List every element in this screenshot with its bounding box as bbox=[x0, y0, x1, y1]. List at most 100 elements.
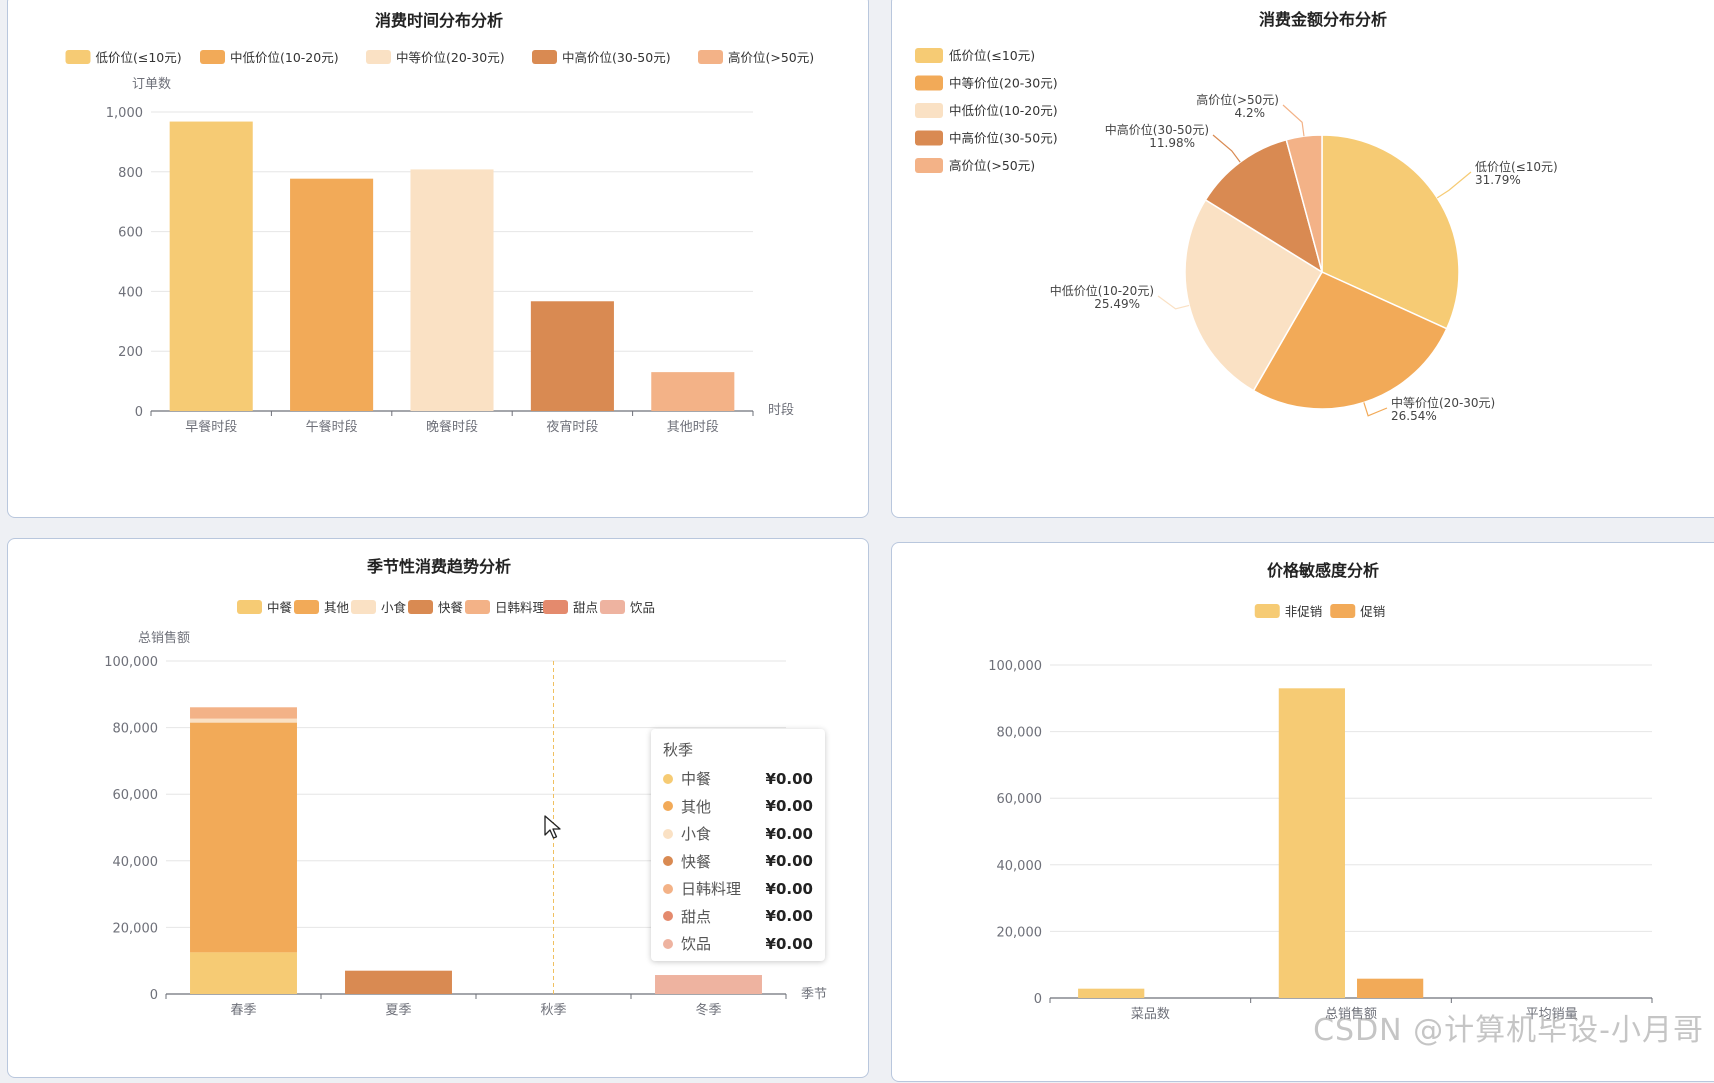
legend-swatch bbox=[465, 600, 490, 614]
legend-swatch bbox=[543, 600, 568, 614]
tooltip-series-name: 其他 bbox=[681, 797, 712, 816]
pie-percent: 25.49% bbox=[1094, 297, 1140, 311]
tooltip-row: 饮品 ¥0.00 bbox=[663, 930, 813, 958]
stacked-bar-segment bbox=[190, 707, 297, 719]
pie-label-line bbox=[1212, 134, 1241, 163]
pie-label: 中等价位(20-30元) bbox=[1391, 395, 1495, 410]
y-tick-label: 100,000 bbox=[988, 659, 1042, 674]
legend-swatch bbox=[915, 130, 943, 146]
bar bbox=[169, 121, 253, 412]
legend-swatch bbox=[366, 50, 391, 64]
consumption-time-chart: 消费时间分布分析低价位(≤10元) 中低价位(10-20元) 中等价位(20-30元… bbox=[65, 11, 814, 435]
chart-title: 消费金额分布分析 bbox=[1259, 10, 1387, 29]
legend-swatch bbox=[1330, 604, 1356, 618]
pie-percent: 26.54% bbox=[1391, 409, 1437, 423]
tooltip-row: 中餐 ¥0.00 bbox=[663, 765, 813, 793]
x-tick-label: 秋季 bbox=[540, 1003, 566, 1018]
series-dot-icon bbox=[663, 938, 673, 949]
pie-percent: 11.98% bbox=[1149, 136, 1195, 150]
legend-swatch bbox=[408, 600, 433, 614]
legend-label: 低价位(≤10元) bbox=[949, 48, 1035, 63]
series-dot-icon bbox=[663, 856, 673, 867]
x-tick-label: 春季 bbox=[230, 1003, 256, 1018]
y-tick-label: 80,000 bbox=[113, 722, 159, 737]
legend-label: 中高价位(30-50元) bbox=[949, 131, 1058, 146]
pie-label: 中高价位(30-50元) bbox=[1105, 122, 1209, 137]
x-tick-label: 早餐时段 bbox=[185, 419, 237, 435]
series-dot-icon bbox=[663, 828, 673, 839]
x-tick-label: 菜品数 bbox=[1131, 1007, 1170, 1022]
pie-label: 中低价位(10-20元) bbox=[1050, 283, 1154, 298]
legend-label: 小食 bbox=[381, 600, 407, 615]
y-tick-label: 200 bbox=[118, 345, 143, 360]
x-tick-label: 午餐时段 bbox=[306, 419, 358, 435]
mouse-pointer-icon bbox=[544, 815, 561, 839]
legend-swatch bbox=[237, 600, 262, 614]
series-dot-icon bbox=[663, 883, 673, 894]
consumption-amount-chart-panel: 消费金额分布分析低价位(≤10元) 中等价位(20-30元) 中低价位(10-20元… bbox=[891, 0, 1714, 518]
stacked-bar-segment bbox=[190, 718, 297, 723]
watermark: CSDN @计算机毕设-小月哥 bbox=[1313, 1013, 1704, 1048]
y-tick-label: 0 bbox=[1034, 992, 1042, 1007]
pie-label: 高价位(>50元) bbox=[1196, 92, 1279, 107]
stacked-bar-segment bbox=[190, 722, 297, 953]
legend-swatch bbox=[915, 75, 943, 91]
season-tooltip: 秋季 中餐 ¥0.00 其他 ¥0.00 小食 ¥0.00 快餐 ¥0.00 日韩料理 ¥… bbox=[651, 729, 825, 961]
legend-label: 日韩料理 bbox=[495, 600, 546, 615]
y-tick-label: 0 bbox=[150, 988, 158, 1003]
tooltip-row: 小食 ¥0.00 bbox=[663, 820, 813, 848]
legend-label: 甜点 bbox=[573, 600, 598, 615]
price-sensitivity-chart-panel: 价格敏感度分析 非促销 促销 0 20,000 40,000 60,000 80,000 100… bbox=[891, 542, 1714, 1082]
x-tick-label: 其他时段 bbox=[667, 420, 719, 435]
tooltip-series-value: ¥0.00 bbox=[765, 907, 813, 926]
tooltip-series-value: ¥0.00 bbox=[765, 797, 813, 816]
legend-swatch bbox=[294, 600, 319, 614]
tooltip-row: 日韩料理 ¥0.00 bbox=[663, 875, 813, 903]
legend-swatch bbox=[65, 50, 91, 64]
chart-title: 价格敏感度分析 bbox=[1267, 561, 1379, 580]
legend-swatch bbox=[200, 50, 225, 64]
legend-swatch bbox=[915, 103, 943, 118]
legend-swatch bbox=[915, 158, 943, 173]
legend-swatch bbox=[351, 600, 376, 614]
stacked-bar-segment bbox=[345, 970, 452, 994]
legend-label: 高价位(>50元) bbox=[728, 50, 814, 65]
tooltip-series-value: ¥0.00 bbox=[765, 879, 813, 898]
stacked-bar-segment bbox=[655, 975, 762, 994]
tooltip-series-name: 快餐 bbox=[681, 852, 712, 871]
pie-label-line bbox=[1282, 104, 1305, 137]
pie-label-line bbox=[1436, 171, 1472, 199]
y-tick-label: 80,000 bbox=[997, 726, 1043, 741]
pie-percent: 4.2% bbox=[1235, 106, 1266, 120]
legend-label: 中等价位(20-30元) bbox=[396, 50, 505, 65]
bar bbox=[530, 301, 614, 411]
bar bbox=[410, 169, 494, 411]
legend-swatch bbox=[1254, 604, 1280, 618]
legend-label: 中低价位(10-20元) bbox=[949, 103, 1058, 118]
x-tick-label: 夜宵时段 bbox=[546, 419, 598, 435]
bar bbox=[1357, 978, 1424, 998]
tooltip-row: 甜点 ¥0.00 bbox=[663, 903, 813, 931]
series-dot-icon bbox=[663, 911, 673, 922]
bar bbox=[290, 178, 374, 411]
bar bbox=[1078, 988, 1145, 998]
consumption-time-chart-panel: 消费时间分布分析 低价位(≤10元) 中低价位(10-20元) 中等价位(20-30元… bbox=[7, 0, 869, 518]
legend-label: 促销 bbox=[1360, 604, 1385, 619]
y-tick-label: 1,000 bbox=[106, 106, 143, 121]
tooltip-row: 其他 ¥0.00 bbox=[663, 793, 813, 821]
y-tick-label: 800 bbox=[118, 166, 143, 181]
legend-swatch bbox=[698, 50, 723, 64]
y-tick-label: 60,000 bbox=[113, 788, 159, 803]
tooltip-series-value: ¥0.00 bbox=[765, 824, 813, 843]
y-tick-label: 40,000 bbox=[113, 855, 159, 870]
x-tick-label: 夏季 bbox=[385, 1003, 411, 1018]
y-axis-label: 总销售额 bbox=[138, 630, 190, 646]
stacked-bar-segment bbox=[190, 952, 297, 994]
tooltip-series-value: ¥0.00 bbox=[765, 769, 813, 788]
y-tick-label: 600 bbox=[118, 226, 143, 241]
tooltip-series-name: 小食 bbox=[681, 825, 712, 844]
legend-label: 快餐 bbox=[438, 600, 464, 615]
y-tick-label: 400 bbox=[118, 285, 143, 300]
y-tick-label: 40,000 bbox=[997, 859, 1043, 874]
pie-label-line bbox=[1363, 402, 1388, 417]
